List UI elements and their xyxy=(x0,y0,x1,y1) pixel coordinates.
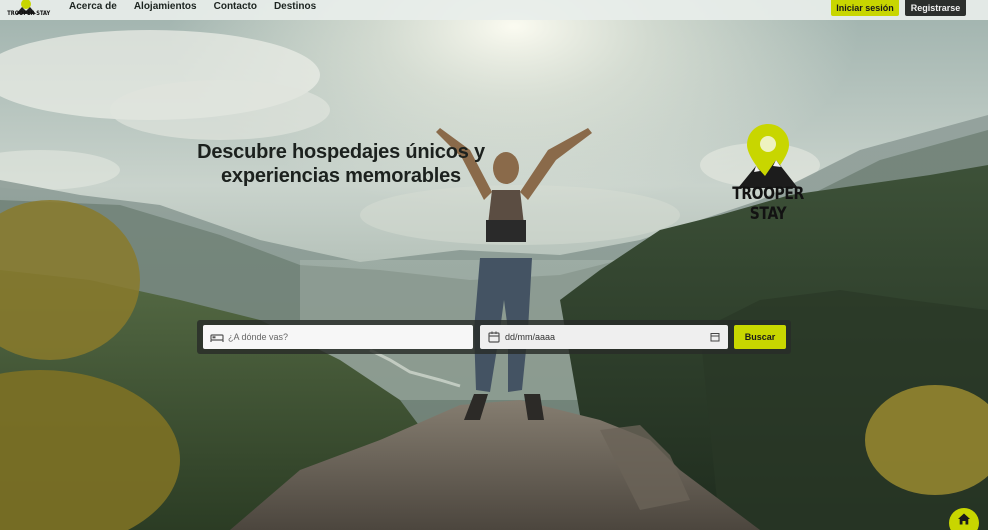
destination-field[interactable] xyxy=(203,325,473,349)
search-button[interactable]: Buscar xyxy=(734,325,786,349)
nav-link-destinos[interactable]: Destinos xyxy=(274,0,316,14)
hero-title-line2: experiencias memorables xyxy=(221,165,461,187)
nav-link-contacto[interactable]: Contacto xyxy=(214,0,257,14)
top-navbar: TROOPER STAY Acerca de Alojamientos Cont… xyxy=(0,0,988,20)
login-button[interactable]: Iniciar sesión xyxy=(831,0,899,16)
home-fab-button[interactable] xyxy=(949,508,979,530)
nav-links: Acerca de Alojamientos Contacto Destinos xyxy=(69,0,316,14)
hero-title-line1: Descubre hospedajes únicos y xyxy=(197,141,485,163)
bed-icon xyxy=(210,334,224,342)
brand-name: TROOPER STAY xyxy=(732,184,804,224)
calendar-icon xyxy=(488,331,500,343)
date-field[interactable]: dd/mm/aaaa xyxy=(480,325,728,349)
search-bar: dd/mm/aaaa Buscar xyxy=(197,320,791,354)
home-icon xyxy=(958,513,970,525)
location-pin-icon xyxy=(738,124,798,188)
logo[interactable]: TROOPER STAY xyxy=(2,0,50,22)
brand-badge: TROOPER STAY xyxy=(718,122,818,224)
hero-background xyxy=(0,0,988,530)
hero-title: Descubre hospedajes únicos y experiencia… xyxy=(176,140,506,188)
nav-link-acerca[interactable]: Acerca de xyxy=(69,0,117,14)
register-button[interactable]: Registrarse xyxy=(905,0,966,16)
date-picker-icon[interactable] xyxy=(710,332,720,342)
date-input-value[interactable]: dd/mm/aaaa xyxy=(505,332,710,342)
mountain-landscape-image xyxy=(0,0,988,530)
nav-link-alojamientos[interactable]: Alojamientos xyxy=(134,0,197,14)
logo-text: TROOPER STAY xyxy=(7,10,51,17)
destination-input[interactable] xyxy=(228,332,473,342)
